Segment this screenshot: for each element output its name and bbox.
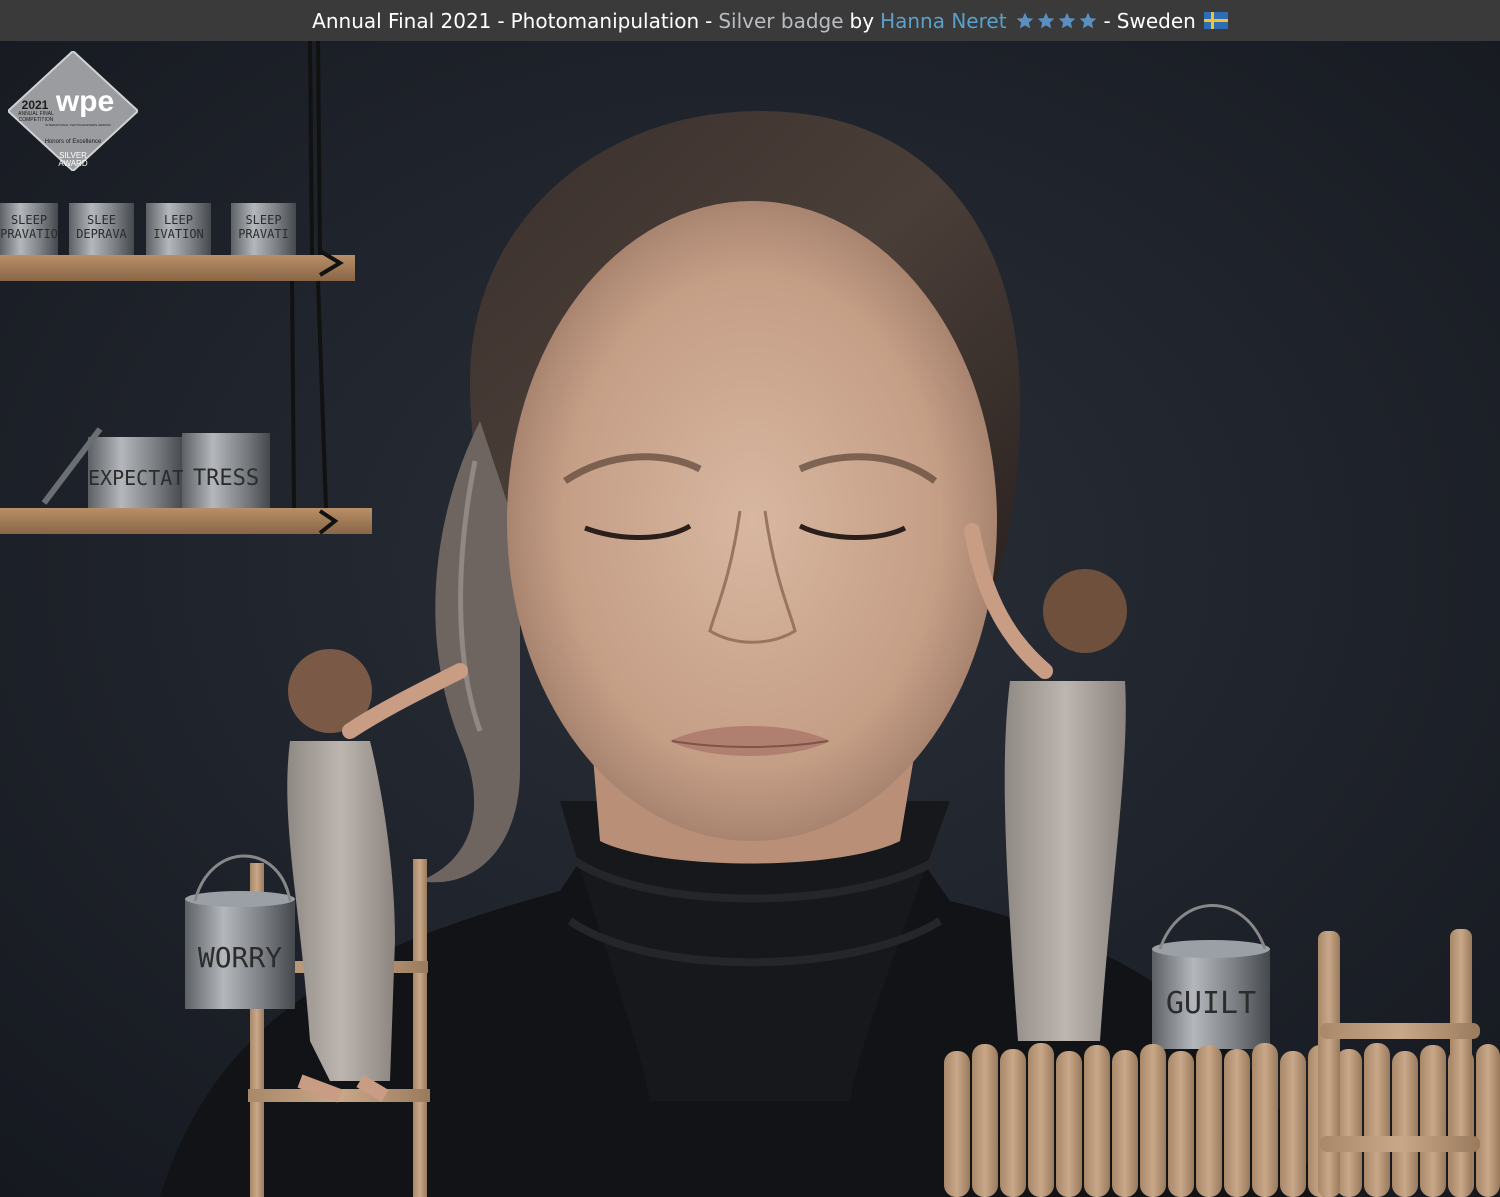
can-label: SLEEP PRAVATIO xyxy=(0,213,58,241)
award-logo: wpe xyxy=(55,85,115,118)
contest-name: Annual Final 2021 xyxy=(312,8,492,33)
artwork-illustration xyxy=(0,41,1500,1197)
title-separator: - xyxy=(1103,8,1111,33)
star-icon xyxy=(1037,12,1054,28)
award-badge: 2021 wpe ANNUAL FINAL COMPETITION INTERN… xyxy=(8,51,138,171)
can-label: SLEEP PRAVATI xyxy=(238,213,289,241)
star-icon xyxy=(1079,12,1096,28)
can-label: GUILT xyxy=(1165,986,1257,1021)
award-year: 2021 xyxy=(21,98,49,112)
by-word: by xyxy=(849,8,875,33)
can-label: WORRY xyxy=(197,941,283,974)
can-label: SLEE DEPRAVA xyxy=(76,213,127,241)
badge-name: Silver badge xyxy=(718,8,844,33)
sweden-flag-icon xyxy=(1203,12,1228,29)
title-separator: - xyxy=(497,8,505,33)
author-rating xyxy=(1015,11,1098,31)
country-name: Sweden xyxy=(1116,8,1196,33)
can-label: TRESS xyxy=(192,466,260,491)
star-icon xyxy=(1058,12,1075,28)
can-label: LEEP IVATION xyxy=(153,213,204,241)
photo-artwork: SLEEP PRAVATIO SLEE DEPRAVA LEEP IVATION SL… xyxy=(0,41,1500,1197)
award-honors: Honors of Excellence xyxy=(44,139,102,145)
category-name: Photomanipulation xyxy=(510,8,700,33)
title-separator: - xyxy=(705,8,713,33)
award-level: AWARD xyxy=(58,159,88,168)
can-label: EXPECTAT xyxy=(88,466,183,490)
author-link[interactable]: Hanna Neret xyxy=(880,9,1006,33)
photo-title-bar: Annual Final 2021 - Photomanipulation - … xyxy=(0,0,1500,41)
star-icon xyxy=(1016,12,1033,28)
award-org: INTERNATIONAL PHOTOGRAPHERS AWARDS xyxy=(45,123,111,127)
